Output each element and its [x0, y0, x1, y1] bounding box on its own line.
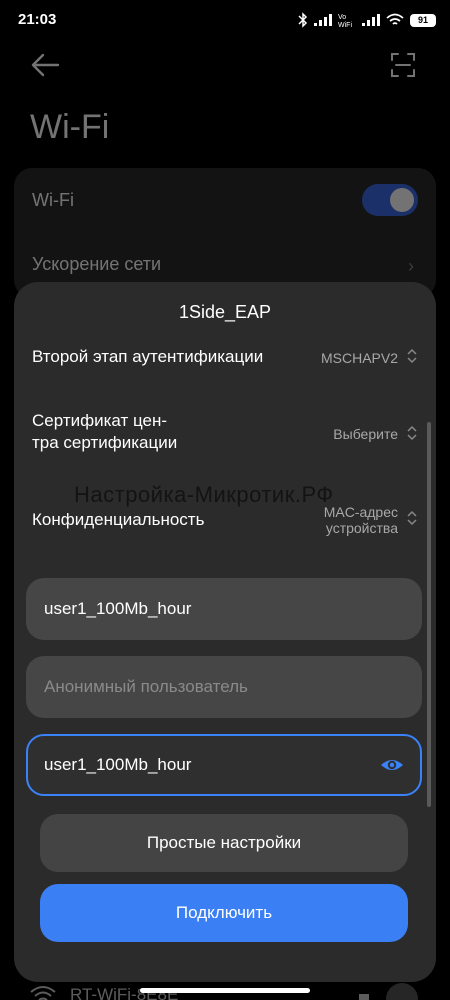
wifi-toggle-switch[interactable] — [362, 184, 418, 216]
home-indicator — [140, 988, 310, 993]
wifi-settings-card: Wi-Fi Ускорение сети › — [14, 168, 436, 298]
status-time: 21:03 — [18, 11, 57, 28]
cell-signal-icon — [314, 14, 332, 26]
password-input[interactable] — [28, 736, 420, 794]
privacy-value[interactable]: MAC-адрес устройства — [324, 504, 398, 536]
ca-cert-value[interactable]: Выберите — [333, 426, 398, 442]
ca-cert-label-line1: Сертификат цен- — [32, 411, 168, 430]
wifi-signal-icon — [30, 986, 56, 1000]
lock-icon — [359, 994, 369, 1000]
password-field[interactable] — [26, 734, 422, 796]
bluetooth-icon — [298, 12, 308, 28]
back-arrow-icon[interactable] — [30, 52, 62, 78]
privacy-value-line2: устройства — [325, 520, 398, 536]
phase2-auth-label: Второй этап аутентификации — [32, 347, 264, 366]
svg-text:Vo: Vo — [338, 14, 346, 21]
network-boost-item[interactable]: Ускорение сети — [32, 254, 161, 275]
up-down-chevron-icon[interactable] — [406, 348, 418, 364]
up-down-chevron-icon[interactable] — [406, 510, 418, 526]
privacy-value-line1: MAC-адрес — [323, 504, 398, 520]
watermark: Настройка-Микротик.РФ — [74, 482, 334, 507]
identity-field[interactable] — [26, 578, 422, 640]
wifi-toggle-label: Wi-Fi — [32, 190, 74, 210]
status-icons: Vo WiFi 91 — [298, 10, 436, 30]
toggle-knob — [390, 188, 414, 212]
anonymous-identity-field[interactable] — [26, 656, 422, 718]
qr-scan-icon[interactable] — [390, 52, 416, 78]
scrollbar[interactable] — [427, 422, 431, 807]
ca-cert-label: Сертификат цен- тра сертификации — [32, 410, 177, 454]
status-bar: 21:03 Vo WiFi 91 — [0, 0, 450, 40]
cell-signal-2-icon — [362, 14, 380, 26]
eap-network-dialog: 1Side_EAP Второй этап аутентификации MSC… — [14, 282, 436, 982]
dialog-title: 1Side_EAP — [178, 302, 272, 322]
privacy-label: Конфиденциальность — [32, 510, 205, 529]
chevron-right-icon: › — [408, 256, 414, 276]
wifi-status-icon — [386, 13, 404, 25]
up-down-chevron-icon[interactable] — [406, 425, 418, 441]
vowifi-icon: Vo WiFi — [338, 14, 352, 28]
svg-text:WiFi: WiFi — [338, 22, 352, 28]
identity-input[interactable] — [26, 578, 422, 640]
connect-button[interactable]: Подключить — [40, 884, 408, 942]
network-info-button[interactable] — [386, 983, 418, 1000]
eye-icon[interactable] — [380, 754, 404, 776]
phase2-auth-value[interactable]: MSCHAPV2 — [321, 350, 398, 366]
anonymous-identity-input[interactable] — [26, 656, 422, 718]
battery-icon: 91 — [410, 13, 436, 27]
ca-cert-label-line2: тра сертификации — [32, 433, 178, 452]
simple-settings-button[interactable]: Простые настройки — [40, 814, 408, 872]
page-title: Wi-Fi — [30, 108, 110, 146]
